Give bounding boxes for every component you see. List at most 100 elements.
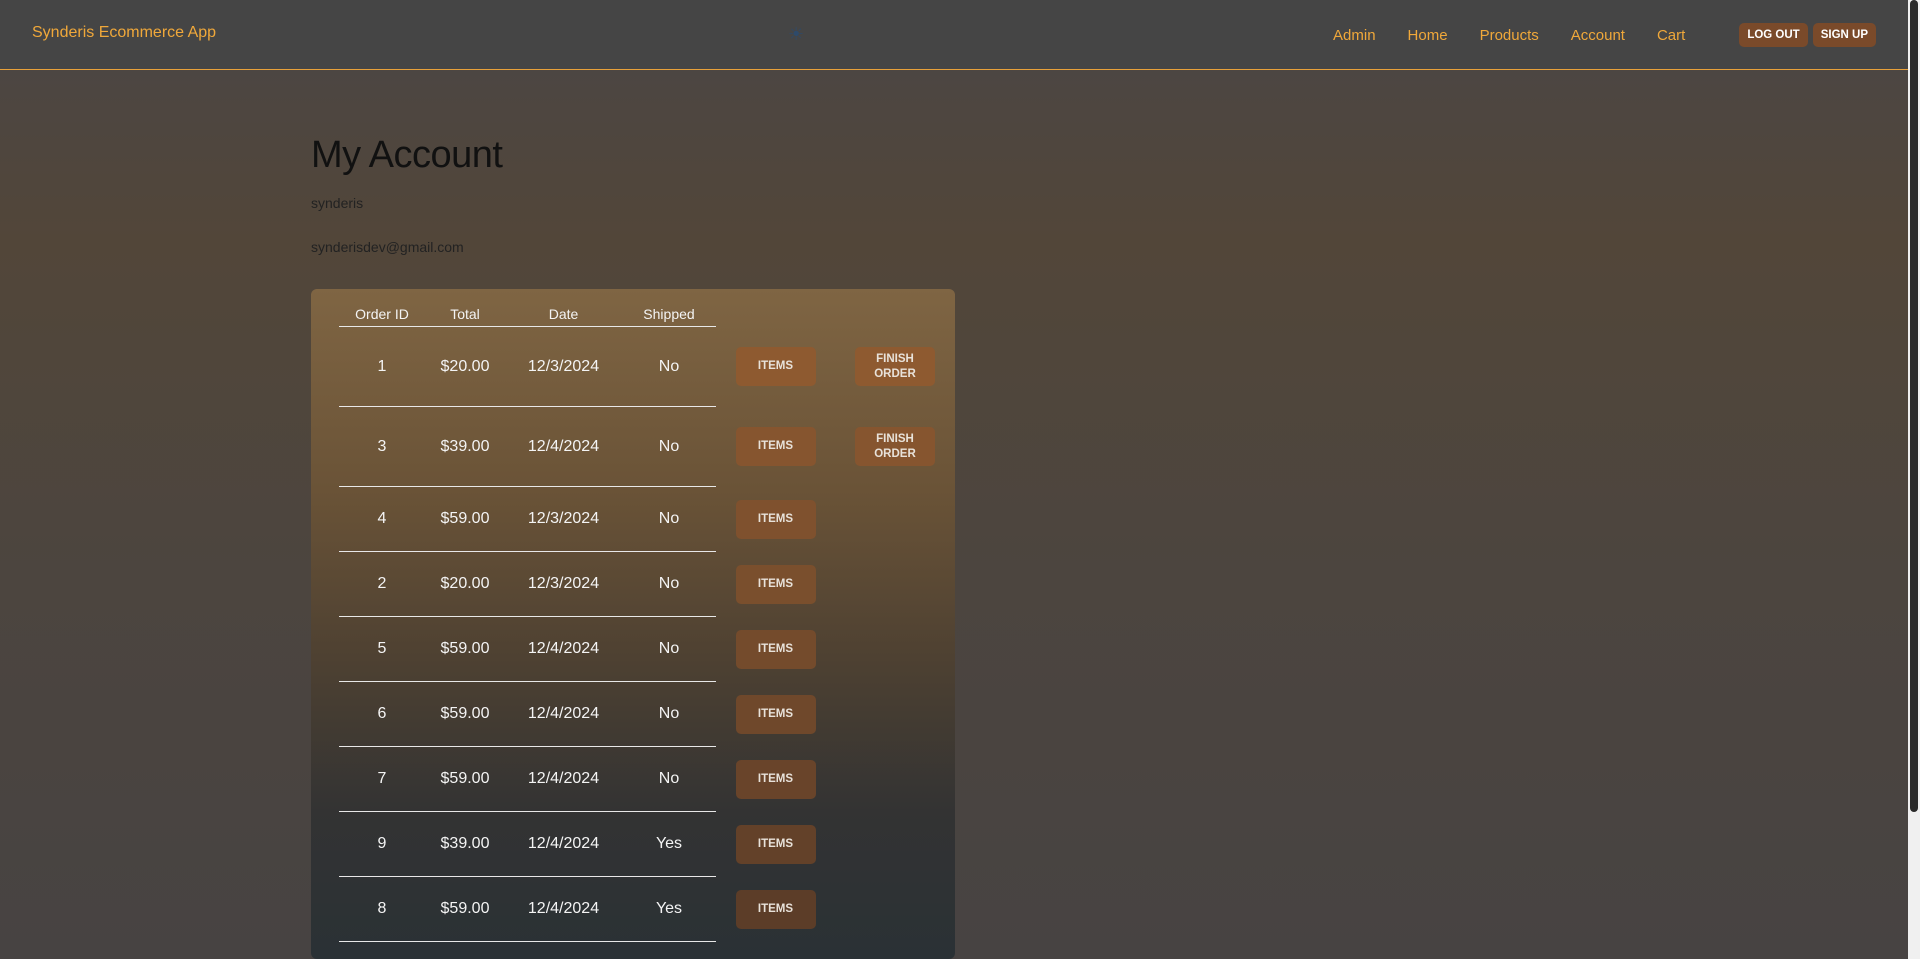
- order-finish-cell: [835, 487, 955, 552]
- finish-order-button[interactable]: Finish Order: [855, 427, 935, 466]
- order-row: 9 $39.00 12/4/2024 Yes Items: [339, 811, 955, 877]
- order-id-cell: 9: [339, 811, 425, 877]
- items-button[interactable]: Items: [735, 347, 816, 386]
- order-date-cell: 12/4/2024: [505, 811, 622, 877]
- sign-up-button[interactable]: Sign up: [1812, 23, 1876, 47]
- order-items-cell: Items: [716, 747, 835, 812]
- order-items-cell: Items: [716, 327, 835, 407]
- order-date-cell: 12/3/2024: [505, 551, 622, 617]
- order-shipped-cell: No: [622, 551, 716, 617]
- order-id-cell: 2: [339, 551, 425, 617]
- order-total-cell: $20.00: [425, 326, 505, 407]
- order-row: 6 $59.00 12/4/2024 No Items: [339, 681, 955, 747]
- order-shipped-cell: No: [622, 406, 716, 487]
- order-date-cell: 12/3/2024: [505, 326, 622, 407]
- order-finish-cell: Finish Order: [835, 327, 955, 407]
- header-shipped: Shipped: [622, 301, 716, 327]
- order-items-cell: Items: [716, 877, 835, 942]
- finish-order-button[interactable]: Finish Order: [855, 347, 935, 386]
- order-total-cell: $20.00: [425, 551, 505, 617]
- sun-icon: ☀: [788, 24, 805, 44]
- order-date-cell: 12/4/2024: [505, 746, 622, 812]
- order-finish-cell: [835, 747, 955, 812]
- order-items-cell: Items: [716, 617, 835, 682]
- order-total-cell: $59.00: [425, 681, 505, 747]
- order-id-cell: 1: [339, 326, 425, 407]
- order-shipped-cell: No: [622, 326, 716, 407]
- order-date-cell: 12/3/2024: [505, 486, 622, 552]
- order-id-cell: 4: [339, 486, 425, 552]
- order-total-cell: $39.00: [425, 811, 505, 877]
- order-row: 1 $20.00 12/3/2024 No Items Finish Order: [339, 326, 955, 407]
- items-button[interactable]: Items: [735, 499, 816, 539]
- order-items-cell: Items: [716, 407, 835, 487]
- orders-header-row: Order ID Total Date Shipped: [339, 301, 955, 327]
- log-out-button[interactable]: Log out: [1739, 23, 1808, 47]
- header-total: Total: [425, 301, 505, 327]
- order-finish-cell: [835, 617, 955, 682]
- scrollbar[interactable]: [1908, 0, 1920, 959]
- auth-buttons: Log out Sign up: [1739, 23, 1876, 47]
- order-row: 2 $20.00 12/3/2024 No Items: [339, 551, 955, 617]
- order-shipped-cell: Yes: [622, 876, 716, 942]
- orders-card: Order ID Total Date Shipped 1 $20.00 12/3/…: [311, 289, 955, 959]
- account-username: synderis: [311, 195, 364, 211]
- header-items-empty: [716, 301, 835, 327]
- order-items-cell: Items: [716, 552, 835, 617]
- nav-links: Admin Home Products Account Cart Log out…: [1333, 0, 1908, 70]
- order-total-cell: $59.00: [425, 876, 505, 942]
- order-date-cell: 12/4/2024: [505, 616, 622, 682]
- page-title: My Account: [311, 134, 503, 176]
- order-items-cell: Items: [716, 812, 835, 877]
- order-finish-cell: [835, 552, 955, 617]
- order-shipped-cell: No: [622, 681, 716, 747]
- order-row: 7 $59.00 12/4/2024 No Items: [339, 746, 955, 812]
- header-order-id: Order ID: [339, 301, 425, 327]
- order-date-cell: 12/4/2024: [505, 876, 622, 942]
- order-total-cell: $39.00: [425, 406, 505, 487]
- order-row: 3 $39.00 12/4/2024 No Items Finish Order: [339, 406, 955, 487]
- order-id-cell: 6: [339, 681, 425, 747]
- order-id-cell: 7: [339, 746, 425, 812]
- nav-link-admin[interactable]: Admin: [1333, 27, 1376, 44]
- items-button[interactable]: Items: [735, 427, 816, 466]
- header-finish-empty: [835, 301, 955, 327]
- scrollbar-thumb[interactable]: [1910, 0, 1918, 812]
- order-items-cell: Items: [716, 487, 835, 552]
- order-id-cell: 3: [339, 406, 425, 487]
- header-date: Date: [505, 301, 622, 327]
- order-row: 4 $59.00 12/3/2024 No Items: [339, 486, 955, 552]
- order-shipped-cell: Yes: [622, 811, 716, 877]
- order-id-cell: 8: [339, 876, 425, 942]
- order-finish-cell: [835, 812, 955, 877]
- order-id-cell: 5: [339, 616, 425, 682]
- nav-link-home[interactable]: Home: [1408, 27, 1448, 44]
- items-button[interactable]: Items: [735, 694, 816, 734]
- items-button[interactable]: Items: [735, 824, 816, 864]
- order-shipped-cell: No: [622, 746, 716, 812]
- order-row: 8 $59.00 12/4/2024 Yes Items: [339, 876, 955, 942]
- account-email: synderisdev@gmail.com: [311, 239, 464, 255]
- nav-link-account[interactable]: Account: [1571, 27, 1625, 44]
- order-total-cell: $59.00: [425, 616, 505, 682]
- navbar: Synderis Ecommerce App ☀ Admin Home Prod…: [0, 0, 1908, 70]
- order-shipped-cell: No: [622, 486, 716, 552]
- order-date-cell: 12/4/2024: [505, 681, 622, 747]
- nav-link-products[interactable]: Products: [1480, 27, 1539, 44]
- items-button[interactable]: Items: [735, 889, 816, 929]
- order-finish-cell: Finish Order: [835, 407, 955, 487]
- order-finish-cell: [835, 682, 955, 747]
- account-info: My Account synderis synderisdev@gmail.co…: [311, 134, 503, 255]
- order-date-cell: 12/4/2024: [505, 406, 622, 487]
- nav-link-cart[interactable]: Cart: [1657, 27, 1685, 44]
- items-button[interactable]: Items: [735, 759, 816, 799]
- items-button[interactable]: Items: [735, 564, 816, 604]
- brand-link[interactable]: Synderis Ecommerce App: [32, 24, 216, 42]
- order-items-cell: Items: [716, 682, 835, 747]
- items-button[interactable]: Items: [735, 629, 816, 669]
- order-total-cell: $59.00: [425, 746, 505, 812]
- order-shipped-cell: No: [622, 616, 716, 682]
- order-total-cell: $59.00: [425, 486, 505, 552]
- order-row: 5 $59.00 12/4/2024 No Items: [339, 616, 955, 682]
- orders-table: Order ID Total Date Shipped 1 $20.00 12/3/…: [339, 301, 955, 942]
